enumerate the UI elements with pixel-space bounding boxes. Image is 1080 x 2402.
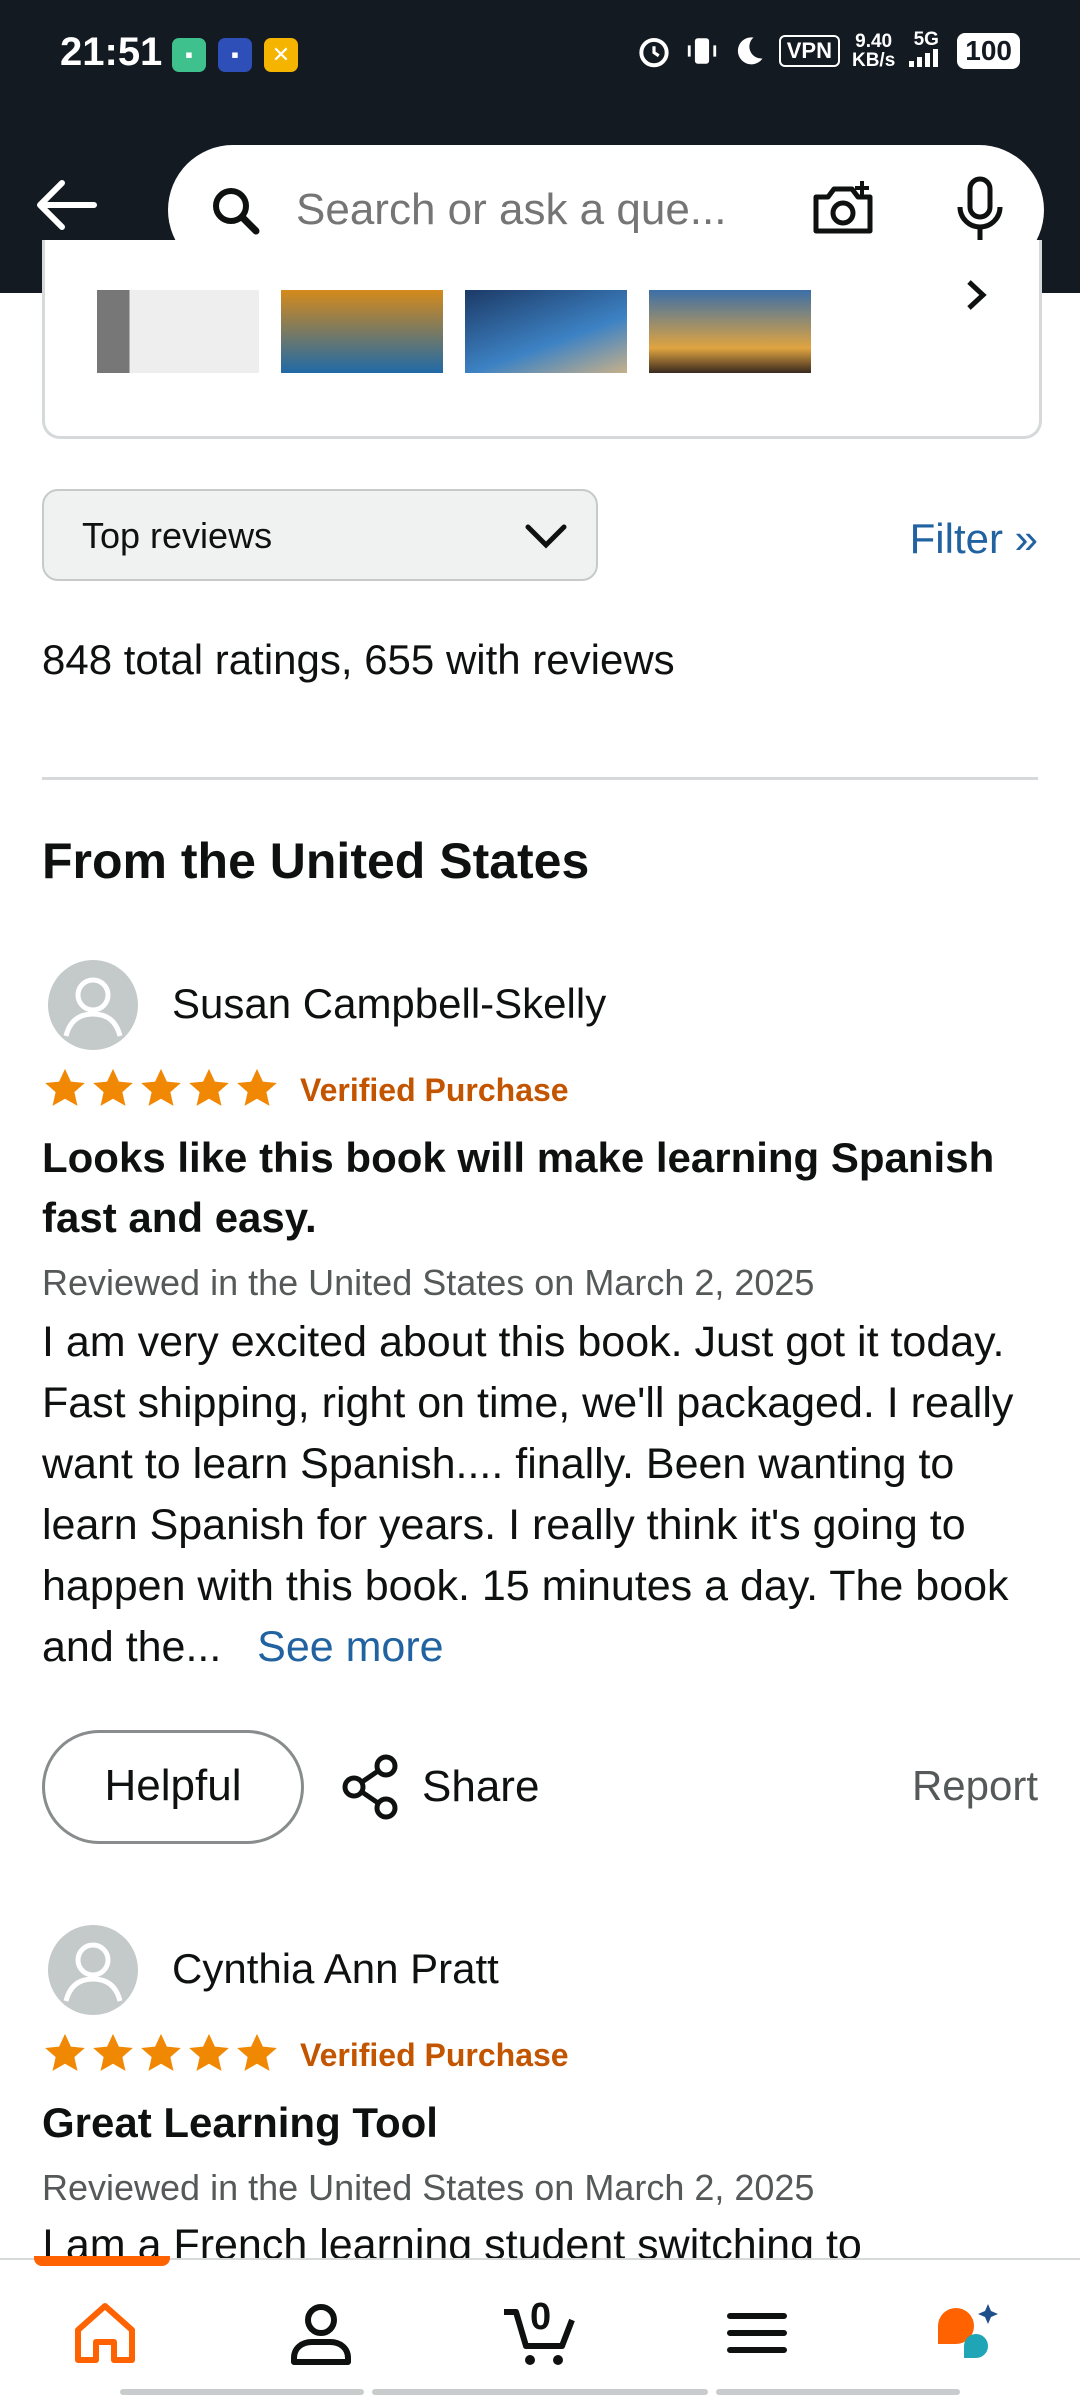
home-icon[interactable] bbox=[70, 2298, 140, 2368]
share-icon bbox=[342, 1754, 398, 1820]
avatar bbox=[48, 1925, 138, 2015]
review-title: Great Learning Tool bbox=[42, 2099, 438, 2146]
tools-notification-icon: ✕ bbox=[264, 38, 298, 72]
gesture-segment bbox=[372, 2389, 708, 2395]
user-avatar-icon bbox=[63, 977, 123, 1037]
network-speed-unit: KB/s bbox=[851, 49, 896, 71]
alarm-icon bbox=[639, 37, 669, 67]
star-rating bbox=[42, 1067, 280, 1111]
active-tab-indicator bbox=[34, 2256, 170, 2266]
vpn-badge: VPN bbox=[778, 34, 840, 67]
network-speed-value: 9.40 bbox=[855, 30, 893, 52]
gesture-segment bbox=[716, 2389, 960, 2395]
back-button[interactable] bbox=[34, 180, 98, 230]
review-image-thumbnail[interactable] bbox=[281, 290, 443, 373]
review-image-thumbnail[interactable] bbox=[97, 290, 259, 373]
star-rating bbox=[42, 2032, 280, 2076]
star-icon bbox=[45, 1068, 85, 1106]
cart-count: 0 bbox=[530, 2296, 552, 2338]
rufus-assistant-icon[interactable] bbox=[932, 2298, 1002, 2368]
reviewer-name[interactable]: Cynthia Ann Pratt bbox=[172, 1945, 499, 1993]
filter-link[interactable]: Filter » bbox=[910, 515, 1038, 563]
bottom-navigation: 0 bbox=[0, 2256, 1080, 2402]
search-icon bbox=[213, 188, 260, 235]
star-icon bbox=[189, 2033, 229, 2071]
gesture-bar bbox=[120, 2389, 960, 2395]
star-icon bbox=[93, 2033, 133, 2071]
chevron-right-icon[interactable] bbox=[963, 280, 989, 310]
star-icon bbox=[141, 2033, 181, 2071]
share-label: Share bbox=[422, 1762, 540, 1811]
star-icon bbox=[45, 2033, 85, 2071]
see-more-link[interactable]: See more bbox=[257, 1623, 443, 1671]
arrow-left-icon bbox=[37, 180, 97, 230]
star-icon bbox=[237, 1068, 277, 1106]
reviewer-name[interactable]: Susan Campbell-Skelly bbox=[172, 980, 606, 1028]
vibrate-icon bbox=[687, 37, 716, 64]
verified-purchase-badge: Verified Purchase bbox=[300, 1072, 569, 1108]
star-icon bbox=[141, 1068, 181, 1106]
star-icon bbox=[189, 1068, 229, 1106]
star-icon bbox=[93, 1068, 133, 1106]
signal-bars-icon bbox=[909, 49, 939, 67]
avatar bbox=[48, 960, 138, 1050]
chevron-down-icon bbox=[525, 524, 567, 549]
status-app-icons: ▪ ▪ ✕ bbox=[172, 38, 298, 72]
review-image-thumbnail[interactable] bbox=[465, 290, 627, 373]
star-icon bbox=[237, 2033, 277, 2071]
signal-indicator: 5G bbox=[907, 30, 945, 71]
camera-search-icon[interactable] bbox=[810, 177, 876, 243]
user-avatar-icon bbox=[63, 1942, 123, 2002]
divider bbox=[42, 777, 1038, 780]
sort-dropdown[interactable]: Top reviews bbox=[42, 489, 598, 581]
review-body: I am very excited about this book. Just … bbox=[42, 1312, 1042, 1678]
battery-level: 100 bbox=[957, 32, 1020, 69]
signal-label: 5G bbox=[913, 29, 939, 50]
verified-purchase-badge: Verified Purchase bbox=[300, 2037, 569, 2073]
review-body-text: I am very excited about this book. Just … bbox=[42, 1318, 1014, 1671]
review-title: Looks like this book will make learning … bbox=[42, 1134, 995, 1241]
status-indicators: VPN 9.40 KB/s 5G 100 bbox=[635, 30, 1020, 71]
network-speed: 9.40 KB/s bbox=[852, 32, 895, 70]
share-button[interactable]: Share bbox=[340, 1730, 539, 1844]
sort-selected-label: Top reviews bbox=[82, 515, 273, 556]
review-date: Reviewed in the United States on March 2… bbox=[42, 1262, 815, 1303]
helpful-button[interactable]: Helpful bbox=[42, 1730, 304, 1844]
ratings-summary: 848 total ratings, 655 with reviews bbox=[42, 636, 675, 683]
review-images-card bbox=[42, 240, 1042, 439]
microphone-icon[interactable] bbox=[954, 175, 1006, 245]
section-title: From the United States bbox=[42, 833, 590, 889]
menu-icon[interactable] bbox=[722, 2298, 792, 2368]
account-icon[interactable] bbox=[286, 2298, 356, 2368]
app-notification-icon: ▪ bbox=[172, 38, 206, 72]
app-notification-icon: ▪ bbox=[218, 38, 252, 72]
dnd-moon-icon bbox=[737, 36, 763, 64]
review-date: Reviewed in the United States on March 2… bbox=[42, 2167, 815, 2208]
report-link[interactable]: Report bbox=[912, 1762, 1038, 1810]
gesture-segment bbox=[120, 2389, 364, 2395]
review-image-thumbnail[interactable] bbox=[649, 290, 811, 373]
status-time: 21:51 bbox=[60, 30, 163, 74]
